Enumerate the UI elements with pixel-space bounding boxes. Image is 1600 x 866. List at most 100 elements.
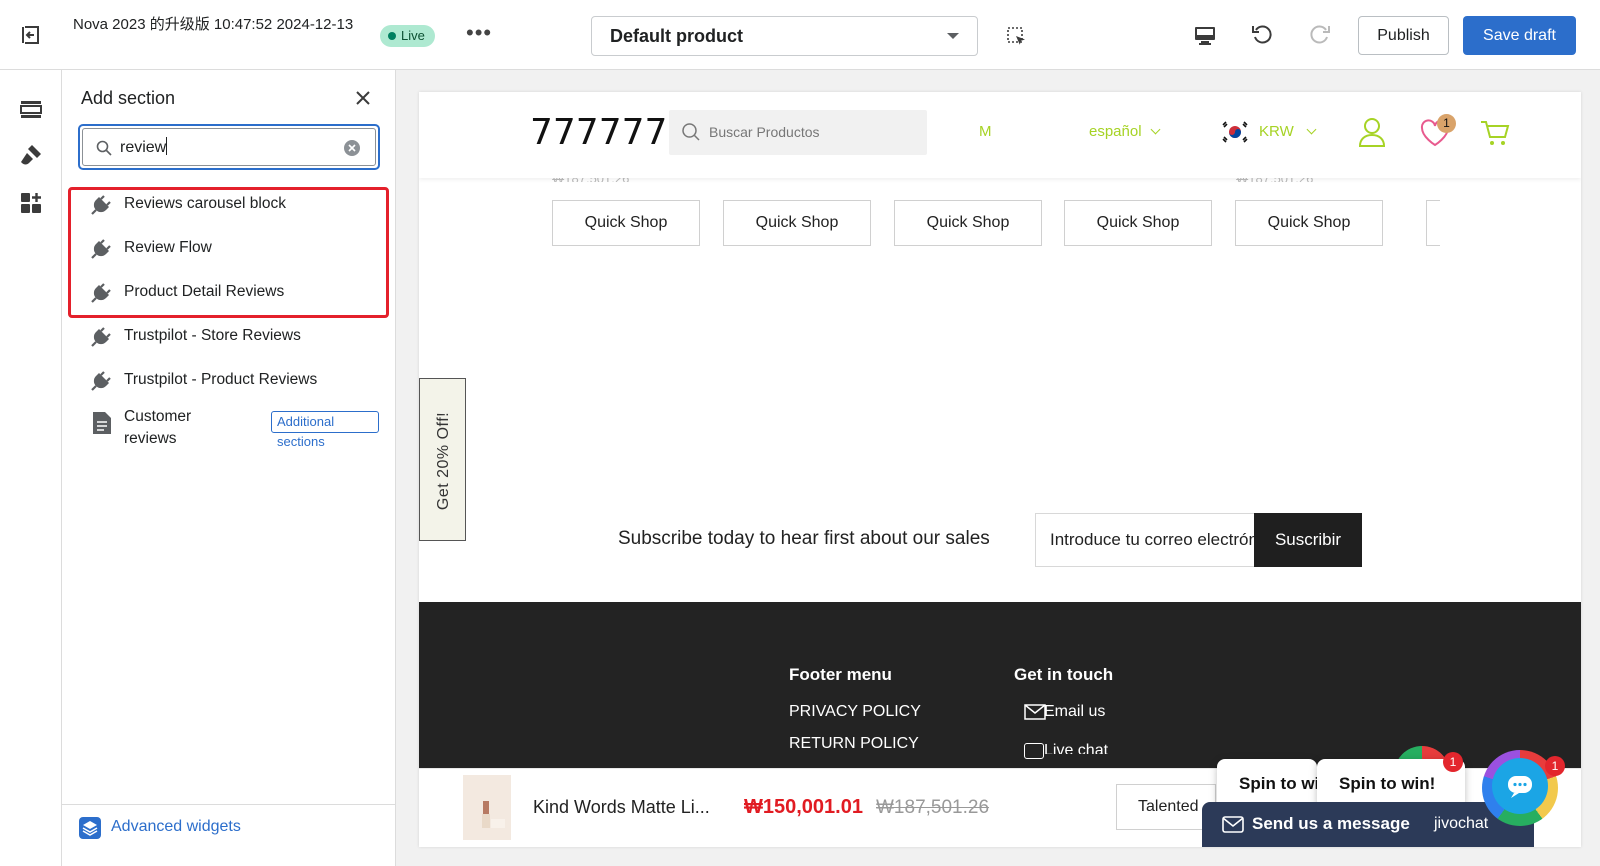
footer-link-return[interactable]: RETURN POLICY	[789, 735, 919, 753]
add-section-panel: Add section review Reviews carousel bloc…	[62, 70, 396, 866]
plug-icon	[91, 283, 111, 303]
send-message-label: Send us a message	[1252, 814, 1410, 833]
jivochat-bar[interactable]: Send us a message jivochat	[1202, 802, 1534, 847]
envelope-icon	[1222, 816, 1244, 833]
plug-icon	[91, 239, 111, 259]
rail-apps-button[interactable]	[18, 190, 44, 216]
additional-sections-badge: Additional sections	[271, 411, 379, 449]
newsletter-heading: Subscribe today to hear first about our …	[618, 528, 990, 549]
sticky-variant-select[interactable]: Talented	[1116, 784, 1216, 830]
footer-menu-heading: Footer menu	[789, 665, 892, 684]
document-icon	[93, 412, 111, 434]
quick-shop-button-partial[interactable]	[1426, 200, 1440, 246]
advanced-widgets-link[interactable]: Advanced widgets	[111, 818, 241, 836]
language-selector[interactable]: español	[1089, 123, 1160, 140]
result-label: Reviews carousel block	[124, 195, 286, 212]
quick-shop-button[interactable]: Quick Shop	[1235, 200, 1383, 246]
result-label: Review Flow	[124, 239, 212, 256]
newsletter-subscribe-button[interactable]: Suscribir	[1254, 513, 1362, 567]
exit-icon	[22, 26, 39, 44]
sections-icon	[20, 101, 42, 118]
result-review-flow[interactable]: Review Flow	[89, 228, 212, 268]
live-dot-icon	[388, 32, 396, 40]
rail-theme-settings-button[interactable]	[18, 142, 44, 168]
result-trustpilot-store-reviews[interactable]: Trustpilot - Store Reviews	[89, 316, 301, 356]
footer-link-email[interactable]: Email us	[1044, 703, 1105, 721]
footer-link-live-chat[interactable]: Live chat	[1044, 742, 1108, 754]
search-icon	[682, 123, 700, 141]
panel-footer: Advanced widgets	[62, 804, 396, 866]
live-status-badge: Live	[380, 25, 435, 47]
result-label: Trustpilot - Store Reviews	[124, 327, 301, 344]
plug-icon	[91, 371, 111, 391]
section-search-input[interactable]: review	[78, 124, 380, 170]
jivochat-brand: jivochat	[1434, 815, 1489, 832]
apps-icon	[21, 193, 41, 213]
editor-left-rail	[0, 70, 62, 866]
save-draft-button[interactable]: Save draft	[1463, 16, 1576, 55]
desktop-icon	[1195, 27, 1215, 45]
newsletter-email-input[interactable]: Introduce tu correo electrónico	[1035, 513, 1255, 567]
quick-shop-button[interactable]: Quick Shop	[552, 200, 700, 246]
store-header: 777777 Buscar Productos M español KRW 1	[419, 92, 1581, 178]
exit-editor-button[interactable]	[18, 22, 44, 48]
quick-shop-button[interactable]: Quick Shop	[894, 200, 1042, 246]
more-actions-button[interactable]: •••	[466, 22, 492, 48]
quick-shop-button[interactable]: Quick Shop	[723, 200, 871, 246]
account-icon[interactable]	[1357, 116, 1387, 148]
clear-search-icon[interactable]	[342, 138, 362, 158]
store-logo[interactable]: 777777	[530, 112, 667, 153]
paintbrush-icon	[21, 145, 41, 165]
redo-icon	[1310, 25, 1330, 44]
wishlist-count-badge: 1	[1437, 114, 1456, 133]
rail-sections-button[interactable]	[18, 96, 44, 122]
footer-contact-heading: Get in touch	[1014, 665, 1114, 684]
undo-icon	[1252, 25, 1272, 44]
nav-menu-item[interactable]: M	[979, 123, 992, 140]
result-product-detail-reviews[interactable]: Product Detail Reviews	[89, 272, 284, 312]
close-icon	[356, 91, 370, 105]
store-preview-frame: 777777 Buscar Productos M español KRW 1 …	[419, 92, 1581, 847]
lipstick-image	[482, 801, 505, 828]
result-customer-reviews[interactable]: Customer reviews Additional sections	[89, 406, 379, 452]
promo-side-tab[interactable]: Get 20% Off!	[419, 378, 466, 541]
chat-icon	[1024, 743, 1044, 759]
korea-flag-icon	[1222, 121, 1248, 143]
currency-selector[interactable]: KRW	[1259, 123, 1317, 140]
text-cursor	[166, 137, 168, 155]
result-label: Trustpilot - Product Reviews	[124, 371, 318, 388]
undo-button[interactable]	[1250, 22, 1276, 48]
sticky-product-name: Kind Words Matte Li...	[533, 797, 710, 817]
chat-badge: 1	[1545, 756, 1565, 776]
inspector-button[interactable]	[1006, 26, 1028, 48]
select-cursor-icon	[1007, 27, 1025, 45]
plug-icon	[91, 327, 111, 347]
close-panel-button[interactable]	[353, 88, 373, 108]
cart-icon[interactable]	[1479, 118, 1511, 148]
product-thumbnail	[463, 775, 511, 840]
result-label: Customer reviews	[124, 408, 192, 447]
spin-badge: 1	[1443, 752, 1463, 772]
desktop-view-button[interactable]	[1192, 24, 1218, 48]
theme-title: Nova 2023 的升级版 10:47:52 2024-12-13	[73, 16, 354, 33]
sticky-compare-price: ₩187,501.26	[876, 797, 990, 818]
redo-button[interactable]	[1306, 22, 1332, 48]
publish-button[interactable]: Publish	[1358, 16, 1449, 55]
search-value: review	[120, 139, 167, 156]
sticky-sale-price: ₩150,001.01	[744, 796, 863, 818]
editor-topbar: Nova 2023 的升级版 10:47:52 2024-12-13 Live …	[0, 0, 1600, 70]
store-search-input[interactable]: Buscar Productos	[669, 110, 927, 155]
mail-icon	[1024, 704, 1046, 720]
footer-link-privacy[interactable]: PRIVACY POLICY	[789, 703, 921, 721]
template-product-select[interactable]: Default product	[591, 16, 978, 56]
product-price-cut: ₩187,501.26	[1236, 178, 1313, 182]
chevron-down-icon	[1306, 124, 1317, 135]
quick-shop-button[interactable]: Quick Shop	[1064, 200, 1212, 246]
product-price-cut: ₩187,501.26	[552, 178, 629, 182]
layers-icon	[79, 817, 101, 839]
result-reviews-carousel-block[interactable]: Reviews carousel block	[89, 184, 286, 224]
plug-icon	[91, 195, 111, 215]
result-trustpilot-product-reviews[interactable]: Trustpilot - Product Reviews	[89, 360, 317, 400]
chevron-down-icon	[1150, 124, 1160, 135]
result-label: Product Detail Reviews	[124, 283, 285, 300]
